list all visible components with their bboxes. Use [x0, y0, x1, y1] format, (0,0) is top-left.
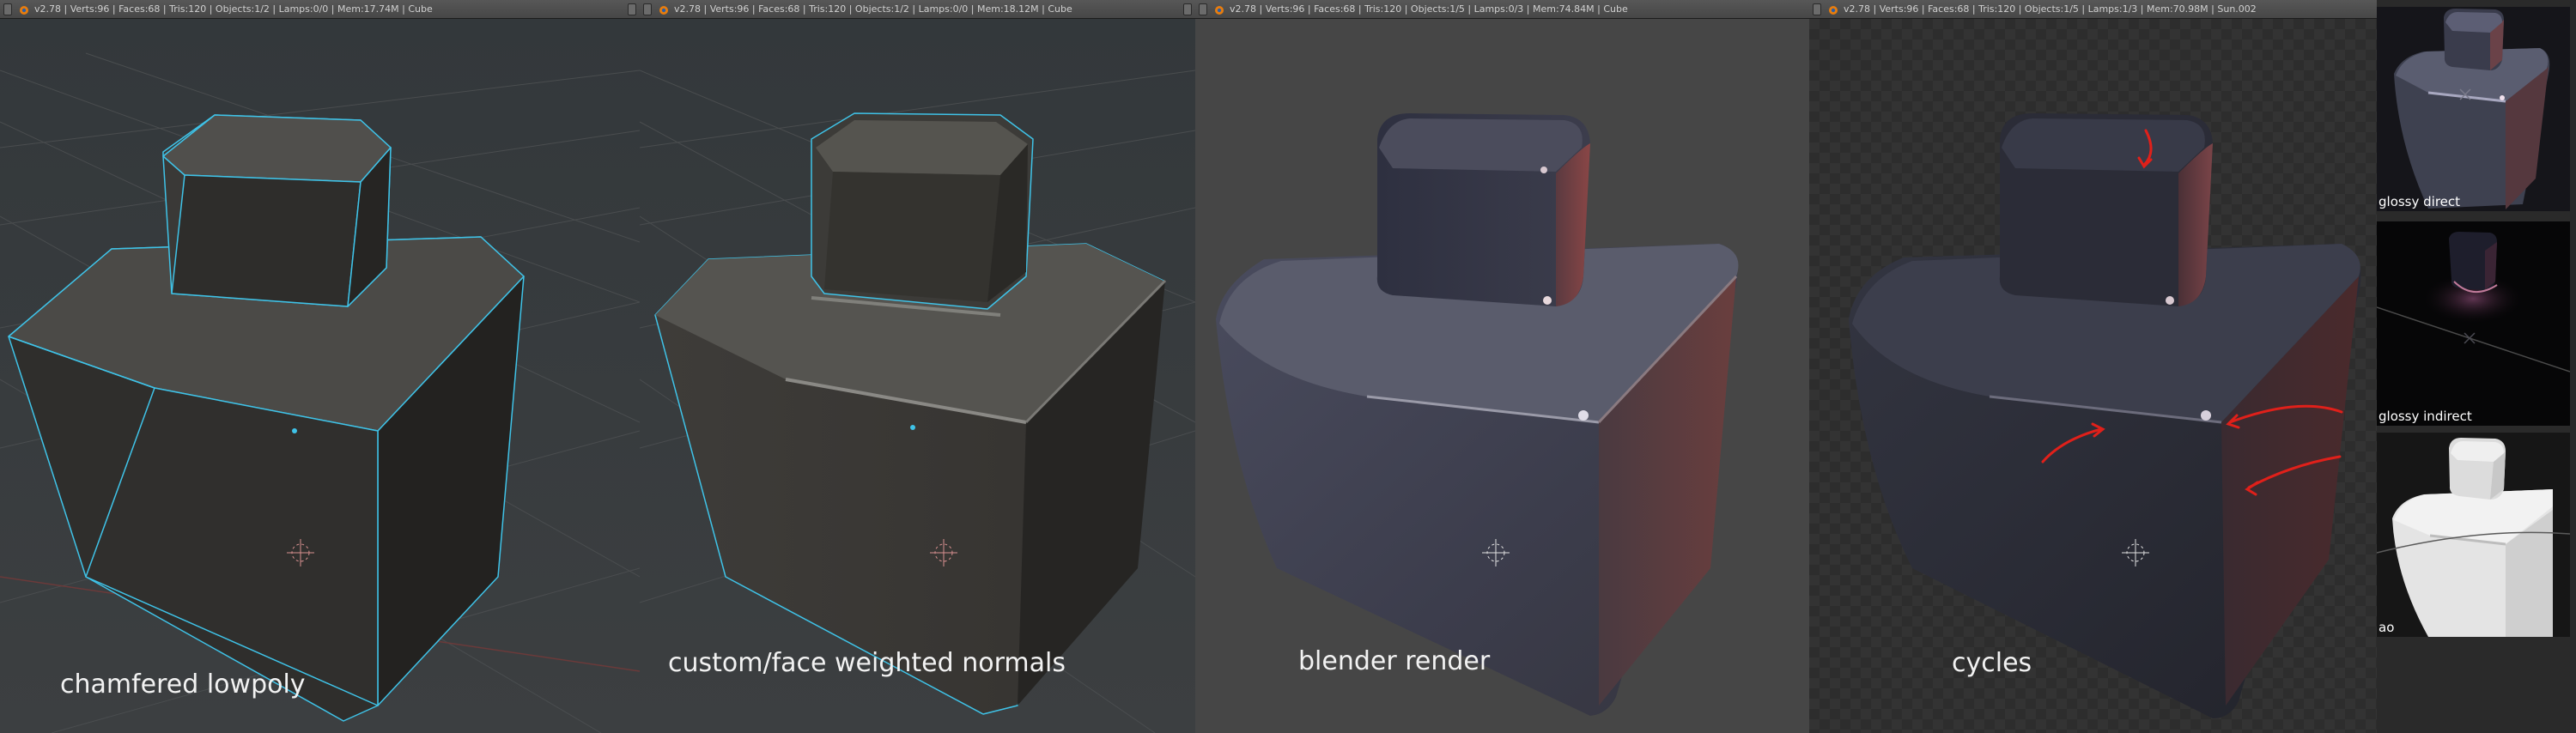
viewport-panel-1[interactable]: v2.78 | Verts:96 | Faces:68 | Tris:120 |…: [0, 0, 640, 733]
panel-caption: chamfered lowpoly: [60, 669, 306, 700]
blender-logo-icon: [1215, 6, 1224, 15]
viewport-panel-2[interactable]: v2.78 | Verts:96 | Faces:68 | Tris:120 |…: [640, 0, 1195, 733]
object-origin: [910, 425, 915, 430]
3d-viewport[interactable]: [640, 19, 1195, 733]
viewport-panel-4[interactable]: v2.78 | Verts:96 | Faces:68 | Tris:120 |…: [1809, 0, 2377, 733]
blender-logo-icon: [659, 6, 668, 15]
split-area-handle[interactable]: [628, 3, 636, 15]
render-preview[interactable]: [1195, 19, 1809, 733]
split-area-handle[interactable]: [1183, 3, 1192, 15]
panel-caption: custom/face weighted normals: [668, 648, 1066, 678]
3d-viewport[interactable]: [0, 19, 640, 733]
pass-label: glossy direct: [2379, 194, 2461, 209]
viewport-header: v2.78 | Verts:96 | Faces:68 | Tris:120 |…: [1195, 0, 1809, 19]
scene-stats: v2.78 | Verts:96 | Faces:68 | Tris:120 |…: [674, 3, 1072, 15]
pass-thumbnail-ao[interactable]: ao: [2377, 433, 2570, 637]
blender-logo-icon: [1829, 6, 1838, 15]
viewport-header: v2.78 | Verts:96 | Faces:68 | Tris:120 |…: [1809, 0, 2377, 19]
pass-thumbnail-glossy-direct[interactable]: glossy direct: [2377, 7, 2570, 211]
viewport-header: v2.78 | Verts:96 | Faces:68 | Tris:120 |…: [0, 0, 640, 19]
scene-stats: v2.78 | Verts:96 | Faces:68 | Tris:120 |…: [1230, 3, 1628, 15]
editor-type-menu[interactable]: [643, 3, 652, 15]
editor-type-menu[interactable]: [1199, 3, 1207, 15]
scene-stats: v2.78 | Verts:96 | Faces:68 | Tris:120 |…: [1844, 3, 2257, 15]
pass-thumbnail-glossy-indirect[interactable]: glossy indirect: [2377, 221, 2570, 426]
pass-label: ao: [2379, 620, 2395, 635]
panel-caption: cycles: [1952, 648, 2032, 678]
panel-caption: blender render: [1298, 646, 1491, 676]
pass-label: glossy indirect: [2379, 409, 2472, 424]
viewport-header: v2.78 | Verts:96 | Faces:68 | Tris:120 |…: [640, 0, 1195, 19]
editor-type-menu[interactable]: [1813, 3, 1821, 15]
editor-type-menu[interactable]: [3, 3, 12, 15]
blender-logo-icon: [20, 6, 28, 15]
scene-stats: v2.78 | Verts:96 | Faces:68 | Tris:120 |…: [34, 3, 433, 15]
viewport-panel-3[interactable]: v2.78 | Verts:96 | Faces:68 | Tris:120 |…: [1195, 0, 1809, 733]
render-preview[interactable]: [1809, 19, 2377, 733]
object-origin: [292, 428, 297, 433]
